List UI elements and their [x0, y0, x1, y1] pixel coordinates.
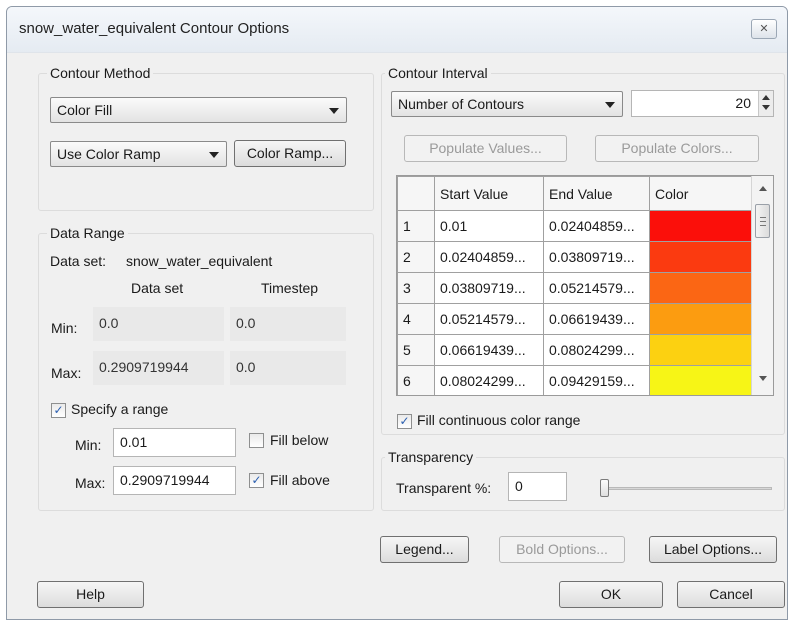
row-number: 2	[397, 241, 435, 273]
column-timestep-header: Timestep	[261, 280, 319, 296]
arrow-up-icon	[762, 95, 770, 100]
ok-button[interactable]: OK	[559, 581, 663, 608]
table-header-end-value: End Value	[543, 176, 650, 211]
dataset-max-field: 0.2909719944	[93, 351, 224, 385]
dataset-label: Data set:	[50, 253, 107, 269]
contour-table-grid: Start Value End Value Color 1 0.01 0.024…	[397, 176, 754, 395]
help-button[interactable]: Help	[37, 581, 144, 608]
cancel-button[interactable]: Cancel	[677, 581, 785, 608]
range-min-input[interactable]: 0.01	[113, 428, 236, 457]
end-value-cell[interactable]: 0.06619439...	[543, 303, 650, 335]
close-icon: ✕	[759, 23, 769, 35]
contour-method-label: Contour Method	[47, 65, 154, 81]
dataset-min-field: 0.0	[93, 307, 224, 341]
contour-table: Start Value End Value Color 1 0.01 0.024…	[396, 175, 774, 396]
transparency-slider-track[interactable]	[604, 487, 772, 490]
table-header-row: Start Value End Value Color	[397, 176, 754, 211]
scrollbar-thumb[interactable]	[755, 204, 770, 238]
contour-count-value: 20	[735, 95, 751, 111]
table-row[interactable]: 4 0.05214579... 0.06619439...	[397, 303, 754, 335]
table-row[interactable]: 1 0.01 0.02404859...	[397, 210, 754, 242]
color-ramp-mode-value: Use Color Ramp	[57, 146, 161, 162]
transparency-label: Transparency	[385, 449, 477, 465]
transparency-input[interactable]: 0	[508, 472, 567, 501]
fill-above-checkbox[interactable]: ✓	[249, 473, 264, 488]
chevron-down-icon	[329, 108, 339, 114]
arrow-down-icon	[762, 105, 770, 110]
color-ramp-button[interactable]: Color Ramp...	[234, 140, 346, 167]
chevron-down-icon	[605, 102, 615, 108]
contour-method-select[interactable]: Color Fill	[50, 97, 347, 123]
table-row[interactable]: 5 0.06619439... 0.08024299...	[397, 334, 754, 366]
timestep-max-field: 0.0	[230, 351, 346, 385]
transparent-percent-label: Transparent %:	[396, 480, 492, 496]
color-ramp-mode-select[interactable]: Use Color Ramp	[50, 141, 227, 167]
contour-options-dialog: snow_water_equivalent Contour Options ✕ …	[6, 6, 788, 620]
transparency-slider-thumb[interactable]	[600, 479, 609, 497]
specify-range-checkbox[interactable]: ✓	[51, 403, 66, 418]
color-swatch-cell[interactable]	[649, 241, 754, 273]
bold-options-button[interactable]: Bold Options...	[499, 536, 625, 563]
fill-above-label: Fill above	[270, 472, 330, 488]
table-row[interactable]: 3 0.03809719... 0.05214579...	[397, 272, 754, 304]
legend-button[interactable]: Legend...	[380, 536, 469, 563]
color-swatch-cell[interactable]	[649, 303, 754, 335]
title-bar: snow_water_equivalent Contour Options ✕	[7, 7, 787, 53]
scroll-down-icon[interactable]	[759, 376, 767, 381]
chevron-down-icon	[209, 152, 219, 158]
fill-below-checkbox[interactable]	[249, 433, 264, 448]
scroll-up-icon[interactable]	[759, 186, 767, 191]
max-row-label: Max:	[51, 365, 82, 381]
table-row[interactable]: 6 0.08024299... 0.09429159...	[397, 365, 754, 395]
contour-interval-label: Contour Interval	[385, 65, 491, 81]
window-title: snow_water_equivalent Contour Options	[19, 20, 290, 37]
fill-continuous-label: Fill continuous color range	[417, 412, 581, 428]
start-value-cell[interactable]: 0.02404859...	[434, 241, 544, 273]
data-range-label: Data Range	[47, 225, 128, 241]
table-header-index	[397, 176, 435, 211]
color-swatch-cell[interactable]	[649, 365, 754, 395]
start-value-cell[interactable]: 0.01	[434, 210, 544, 242]
populate-values-button[interactable]: Populate Values...	[404, 135, 567, 162]
close-button[interactable]: ✕	[751, 19, 777, 39]
table-header-start-value: Start Value	[434, 176, 544, 211]
start-value-cell[interactable]: 0.08024299...	[434, 365, 544, 395]
column-dataset-header: Data set	[131, 280, 184, 296]
contour-count-input[interactable]: 20	[631, 90, 774, 117]
range-max-label: Max:	[75, 475, 106, 491]
min-row-label: Min:	[51, 320, 78, 336]
start-value-cell[interactable]: 0.06619439...	[434, 334, 544, 366]
end-value-cell[interactable]: 0.09429159...	[543, 365, 650, 395]
contour-count-spinner[interactable]	[758, 91, 773, 116]
contour-interval-mode-value: Number of Contours	[398, 96, 525, 112]
end-value-cell[interactable]: 0.03809719...	[543, 241, 650, 273]
color-swatch-cell[interactable]	[649, 272, 754, 304]
dataset-name: snow_water_equivalent	[126, 253, 273, 269]
contour-method-value: Color Fill	[57, 102, 113, 118]
end-value-cell[interactable]: 0.08024299...	[543, 334, 650, 366]
row-number: 5	[397, 334, 435, 366]
row-number: 1	[397, 210, 435, 242]
populate-colors-button[interactable]: Populate Colors...	[595, 135, 759, 162]
range-min-label: Min:	[75, 437, 102, 453]
row-number: 6	[397, 365, 435, 395]
specify-range-label: Specify a range	[71, 401, 169, 417]
row-number: 3	[397, 272, 435, 304]
end-value-cell[interactable]: 0.02404859...	[543, 210, 650, 242]
row-number: 4	[397, 303, 435, 335]
timestep-min-field: 0.0	[230, 307, 346, 341]
end-value-cell[interactable]: 0.05214579...	[543, 272, 650, 304]
table-vertical-scrollbar[interactable]	[751, 176, 773, 395]
range-max-input[interactable]: 0.2909719944	[113, 466, 236, 495]
fill-continuous-checkbox[interactable]: ✓	[397, 414, 412, 429]
color-swatch-cell[interactable]	[649, 334, 754, 366]
start-value-cell[interactable]: 0.03809719...	[434, 272, 544, 304]
table-header-color: Color	[649, 176, 754, 211]
label-options-button[interactable]: Label Options...	[649, 536, 777, 563]
start-value-cell[interactable]: 0.05214579...	[434, 303, 544, 335]
contour-interval-mode-select[interactable]: Number of Contours	[391, 91, 623, 117]
color-swatch-cell[interactable]	[649, 210, 754, 242]
table-row[interactable]: 2 0.02404859... 0.03809719...	[397, 241, 754, 273]
fill-below-label: Fill below	[270, 432, 329, 448]
